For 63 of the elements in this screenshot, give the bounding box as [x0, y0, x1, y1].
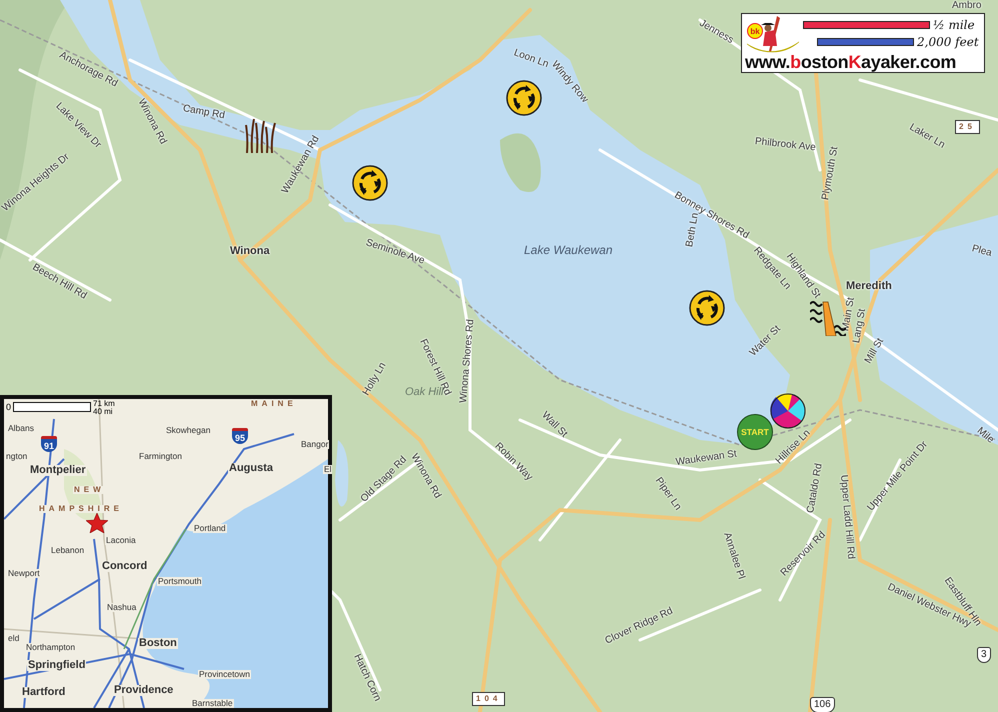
- road-label: Mile: [974, 426, 996, 446]
- place-label: ngton: [5, 452, 28, 460]
- website-text: www.bostonKayaker.com: [745, 53, 958, 71]
- roundabout-icon: [689, 290, 725, 326]
- place-label: El: [323, 465, 332, 474]
- place-label: Nashua: [106, 603, 138, 612]
- road-label: Clover Ridge Rd: [604, 606, 675, 647]
- road-label: Waukewan St: [675, 450, 738, 468]
- place-label: Barnstable: [191, 699, 234, 708]
- place-label: Lebanon: [50, 546, 86, 554]
- town-label: Meredith: [846, 281, 892, 292]
- scale-mi-label: 40 mi: [93, 408, 114, 416]
- pond-shape: [335, 440, 348, 507]
- place-label: Bangor: [300, 440, 330, 448]
- place-label: Skowhegan: [165, 426, 212, 434]
- road-label: Philbrook Ave: [754, 137, 816, 154]
- scale-km-label: 71 km: [93, 400, 115, 408]
- road-label: Upper Ladd Hill Rd: [838, 474, 856, 560]
- road-label: Loon Ln: [512, 48, 550, 70]
- state-label: NEW: [73, 486, 106, 494]
- road-label: Hatch Corn: [351, 652, 382, 703]
- city-label: Providence: [113, 685, 174, 696]
- scale-zero-label: 0: [6, 401, 12, 412]
- place-label: eld: [7, 634, 20, 642]
- city-label: Boston: [138, 638, 178, 649]
- city-label: Augusta: [228, 463, 274, 474]
- place-label: Farmington: [138, 452, 183, 460]
- reeds-icon: [244, 117, 276, 153]
- place-label: Northampton: [25, 643, 76, 652]
- beach-ball-icon: [770, 393, 806, 429]
- town-label: Winona: [230, 246, 270, 257]
- route-shield: 106: [810, 697, 835, 712]
- road-label: Camp Rd: [182, 104, 226, 122]
- star-icon: [86, 513, 108, 533]
- place-label: Portsmouth: [157, 577, 202, 586]
- city-label: Concord: [101, 561, 148, 572]
- island-shape: [500, 133, 541, 192]
- road-label: Plea: [970, 244, 993, 259]
- roundabout-icon: [506, 80, 542, 116]
- logo-badge: bk: [747, 23, 763, 39]
- interstate-shield: 95: [232, 428, 248, 444]
- place-label: Portland: [193, 524, 227, 532]
- scale-label: 2,000 feet: [917, 35, 979, 49]
- lake-label: Lake Waukewan: [524, 244, 612, 256]
- roundabout-icon: [352, 165, 388, 201]
- route-shield: 104: [472, 692, 506, 706]
- city-label: Montpelier: [29, 465, 87, 476]
- place-label: Provincetown: [198, 670, 252, 678]
- place-label: Newport: [7, 569, 41, 578]
- road-label: Annalee Pl: [721, 531, 746, 581]
- place-label: Albans: [7, 424, 35, 432]
- road-label: Beth Ln: [685, 212, 701, 248]
- city-label: Springfield: [27, 660, 86, 671]
- city-label: Hartford: [21, 687, 66, 698]
- route-shield: 3: [977, 647, 991, 663]
- road-label: Winona Shores Rd: [459, 318, 476, 404]
- road-label: Cataldo Rd: [806, 462, 825, 514]
- scale-label: ½ mile: [933, 18, 975, 32]
- place-label: Laconia: [105, 536, 137, 544]
- road-label: Plymouth St: [821, 146, 840, 201]
- route-shield: 25: [955, 120, 980, 134]
- interstate-shield: 91: [41, 436, 57, 452]
- road-label: Ambro: [952, 1, 982, 11]
